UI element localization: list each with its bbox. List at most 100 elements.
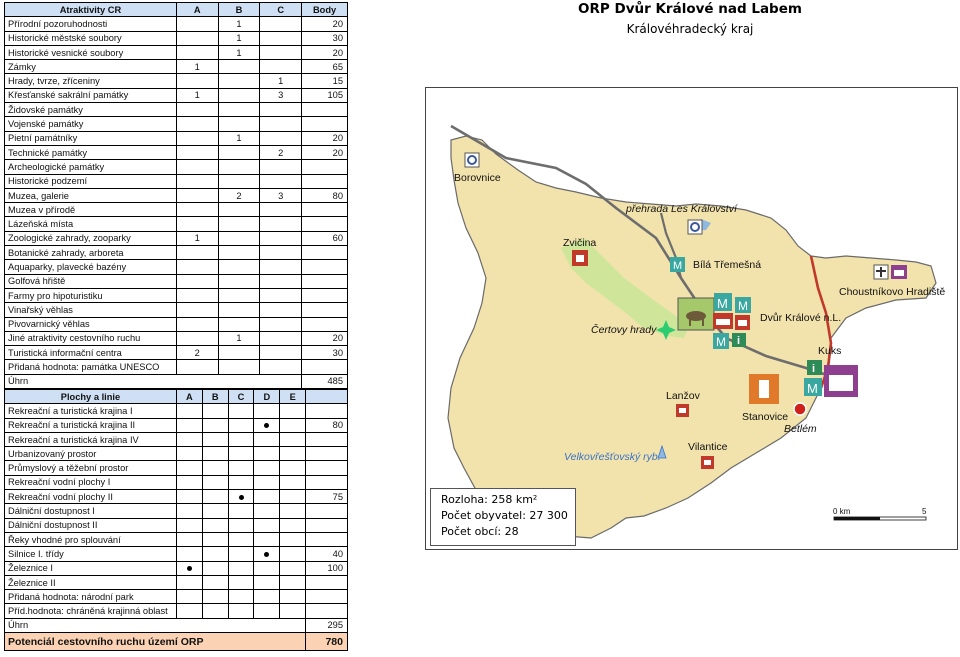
area-grade-cell	[253, 446, 281, 462]
gear-icon-prehrada	[687, 219, 703, 235]
attraction-label: Pivovarnický věhlas	[4, 316, 177, 332]
attraction-value	[301, 259, 348, 275]
attraction-label: Muzea, galerie	[4, 187, 177, 204]
attraction-value	[217, 102, 261, 118]
attraction-value	[259, 345, 303, 361]
attraction-value: 1	[217, 130, 261, 146]
label-zvicina: Zvičina	[563, 237, 596, 249]
buildings-icon-dvur-1	[713, 313, 733, 329]
area-grade-cell	[279, 446, 307, 462]
attractions-table-body: Atraktivity CR A B C Body Přírodní pozoruhodn…	[3, 1, 348, 390]
area-label: Dálniční dostupnost I	[4, 503, 177, 519]
area-grade-cell	[175, 560, 203, 576]
attraction-value	[217, 202, 261, 218]
area-grade-cell	[227, 517, 255, 533]
areas-sum-label: Úhrn	[3, 617, 307, 634]
attraction-value	[175, 316, 219, 332]
attraction-label: Lázeňská místa	[4, 216, 177, 232]
area-grade-cell	[175, 503, 203, 519]
area-grade-cell	[253, 531, 281, 548]
stats-box: Rozloha: 258 km² Počet obyvatel: 27 300 …	[430, 488, 576, 546]
area-label: Rekreační vodní plochy I	[4, 474, 177, 491]
area-grade-cell	[201, 503, 229, 519]
area-grade-cell	[201, 560, 229, 576]
area-value	[305, 403, 348, 419]
area-grade-cell	[227, 589, 255, 605]
castle-icon-lanzov	[676, 404, 689, 417]
area-value	[305, 574, 348, 591]
total-label: Potenciál cestovního ruchu území ORP	[3, 632, 307, 652]
attraction-value: 2	[175, 345, 219, 361]
attraction-label: Přírodní pozoruhodnosti	[4, 16, 177, 32]
dot-icon-betlem	[793, 402, 807, 416]
attractions-row: Historické městské soubory 1 30	[4, 30, 348, 46]
area-grade-cell	[175, 546, 203, 562]
stats-municipalities: Počet obcí: 28	[441, 525, 519, 538]
label-betlem: Betlém	[784, 423, 817, 435]
attraction-value	[259, 316, 303, 332]
museum-letter: M	[807, 381, 818, 396]
area-grade-cell	[279, 546, 307, 562]
area-grade-cell	[279, 574, 307, 591]
areas-row: Přidaná hodnota: národní park	[4, 589, 348, 605]
area-grade-cell	[227, 546, 255, 562]
area-grade-cell	[279, 474, 307, 491]
museum-icon-dvur-1: M	[714, 293, 732, 311]
area-grade-cell	[227, 403, 255, 419]
attraction-value	[217, 245, 261, 261]
area-value	[305, 431, 348, 448]
area-grade-cell	[253, 474, 281, 491]
area-grade-cell	[253, 589, 281, 605]
attraction-value	[259, 30, 303, 46]
areas-row: Rekreační a turistická krajina II 80	[4, 417, 348, 433]
attractions-row: Muzea v přírodě	[4, 202, 348, 218]
attraction-value	[259, 245, 303, 261]
area-grade-cell	[253, 460, 281, 476]
attraction-label: Jiné atraktivity cestovního ruchu	[4, 330, 177, 347]
areas-row: Příd.hodnota: chráněná krajinná oblast	[4, 603, 348, 619]
label-kuks: Kuks	[818, 345, 841, 357]
attraction-value	[259, 202, 303, 218]
label-prehrada: přehrada Les Království	[625, 203, 738, 215]
area-grade-cell	[279, 560, 307, 576]
attraction-value: 30	[301, 345, 348, 361]
attraction-value	[301, 287, 348, 304]
attraction-value	[175, 116, 219, 132]
area-grade-cell	[175, 589, 203, 605]
areas-header-cell	[305, 388, 348, 405]
attractions-row: Přírodní pozoruhodnosti 1 20	[4, 16, 348, 32]
attractions-row: Hrady, tvrze, zříceniny 1 15	[4, 73, 348, 89]
attraction-value	[259, 59, 303, 75]
attraction-value: 20	[301, 130, 348, 146]
areas-row: Rekreační vodní plochy I	[4, 474, 348, 491]
attraction-label: Botanické zahrady, arboreta	[4, 245, 177, 261]
attraction-value: 1	[217, 16, 261, 32]
attractions-row: Vojenské památky	[4, 116, 348, 132]
attraction-value	[217, 144, 261, 161]
museum-icon-bila: M	[670, 257, 685, 272]
area-grade-cell	[279, 603, 307, 619]
attraction-value	[259, 130, 303, 146]
attraction-value	[175, 173, 219, 189]
area-grade-cell	[253, 560, 281, 576]
area-grade-cell	[279, 431, 307, 448]
attraction-value	[259, 273, 303, 289]
castle-icon-zvicina	[572, 250, 588, 266]
attractions-sum-row: Úhrn 485	[3, 373, 348, 390]
grade-dot	[238, 494, 244, 500]
label-borovnice: Borovnice	[454, 172, 501, 184]
area-label: Průmyslový a těžební prostor	[4, 460, 177, 476]
label-dvur-kralove: Dvůr Králové n.L.	[760, 312, 841, 324]
attraction-label: Aquaparky, plavecké bazény	[4, 259, 177, 275]
areas-row: Železnice II	[4, 574, 348, 591]
area-label: Příd.hodnota: chráněná krajinná oblast	[4, 603, 177, 619]
areas-row: Dálniční dostupnost II	[4, 517, 348, 533]
attraction-value: 1	[259, 73, 303, 89]
attraction-value: 20	[301, 44, 348, 61]
area-value	[305, 503, 348, 519]
label-choustnikovo: Choustníkovo Hradiště	[839, 286, 945, 298]
scale-five: 5	[922, 507, 927, 516]
attractions-row: Muzea, galerie 2 3 80	[4, 187, 348, 204]
attractions-header-row: Atraktivity CR A B C Body	[4, 1, 348, 18]
attraction-value	[259, 330, 303, 347]
